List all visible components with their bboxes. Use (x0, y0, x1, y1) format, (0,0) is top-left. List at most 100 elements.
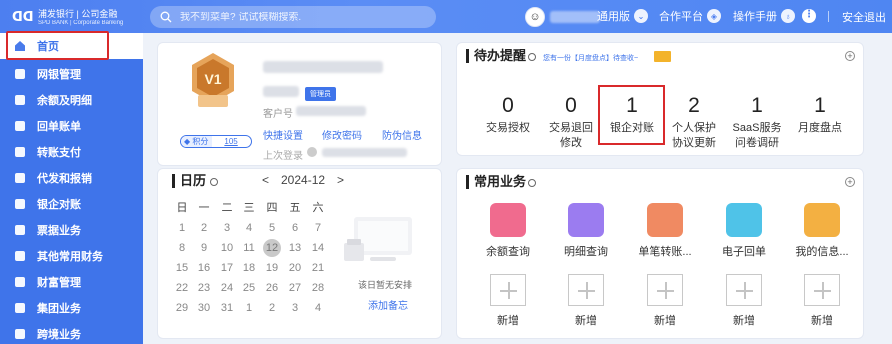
transfer-icon (647, 203, 683, 237)
sidebar-item-crossborder[interactable]: 跨境业务 (0, 321, 143, 344)
calendar-day[interactable]: 7 (307, 219, 329, 237)
calendar-day[interactable]: 21 (307, 259, 329, 277)
nav-partner-platform[interactable]: 合作平台 ◈ (659, 8, 721, 24)
sidebar-item-label: 转账支付 (37, 147, 81, 159)
logo-icon: ᗡᗡ (12, 8, 34, 24)
document-icon (568, 203, 604, 237)
calendar-day[interactable]: 27 (284, 279, 306, 297)
business-tile[interactable]: 我的信息... (793, 203, 851, 259)
calendar-day[interactable]: 17 (216, 259, 238, 277)
sidebar-item-bills[interactable]: 票据业务 (0, 217, 143, 243)
payroll-icon (15, 173, 25, 183)
calendar-day[interactable]: 23 (193, 279, 215, 297)
todo-item[interactable]: 1 SaaS服务 问卷调研 (724, 94, 790, 151)
company-name-blurred (263, 61, 383, 73)
calendar-day[interactable]: 29 (171, 299, 193, 317)
sidebar-item-other-finance[interactable]: 其他常用财务 (0, 243, 143, 269)
sidebar-item-balance[interactable]: 余额及明细 (0, 87, 143, 113)
sidebar-item-transfer[interactable]: 转账支付 (0, 139, 143, 165)
add-business-label: 新增 (575, 315, 597, 327)
calendar-day[interactable]: 2 (261, 299, 283, 317)
sidebar-item-payroll[interactable]: 代发和报销 (0, 165, 143, 191)
calendar-day[interactable]: 1 (171, 219, 193, 237)
calendar-day[interactable]: 1 (238, 299, 260, 317)
nav-manual[interactable]: 操作手册 ♁ (733, 8, 795, 24)
bank-logo[interactable]: ᗡᗡ 浦发银行 | 公司金融 SPD BANK | Corporate Bank… (12, 7, 144, 27)
more-icon[interactable]: ⋮ (802, 9, 816, 23)
platform-icon: ◈ (707, 9, 721, 23)
customer-no-blurred (296, 106, 366, 116)
calendar-day[interactable]: 4 (307, 299, 329, 317)
todo-label-line2: 问卷调研 (735, 137, 779, 149)
sidebar-item-receipts[interactable]: 回单账单 (0, 113, 143, 139)
calendar-day[interactable]: 22 (171, 279, 193, 297)
calendar-day[interactable]: 26 (261, 279, 283, 297)
todo-item[interactable]: 0 交易退回 修改 (538, 94, 604, 151)
todo-notice-link[interactable]: 您有一份【月度盘点】待查收~ (543, 53, 638, 63)
envelope-icon[interactable] (654, 51, 671, 62)
points-value[interactable]: 105 (224, 137, 237, 146)
calendar-day[interactable]: 3 (284, 299, 306, 317)
sidebar-item-wealth[interactable]: 财富管理 (0, 269, 143, 295)
calendar-day[interactable]: 24 (216, 279, 238, 297)
calendar-day[interactable]: 14 (307, 239, 329, 257)
search-input[interactable] (180, 11, 420, 23)
plus-icon (647, 274, 683, 306)
add-business-tile[interactable]: 新增 (557, 274, 615, 328)
calendar-day[interactable]: 5 (261, 219, 283, 237)
calendar-day[interactable]: 2 (193, 219, 215, 237)
add-business-tile[interactable]: 新增 (636, 274, 694, 328)
business-tile[interactable]: 余额查询 (479, 203, 537, 259)
calendar-day[interactable]: 13 (284, 239, 306, 257)
calendar-day[interactable]: 25 (238, 279, 260, 297)
logo-subtitle: SPD BANK | Corporate Banking (38, 20, 124, 26)
sidebar-item-reconciliation[interactable]: 银企对账 (0, 191, 143, 217)
calendar-day[interactable]: 18 (238, 259, 260, 277)
calendar-day[interactable]: 31 (216, 299, 238, 317)
role-badge: 管理员 (305, 87, 336, 101)
calendar-day[interactable]: 4 (238, 219, 260, 237)
help-icon[interactable] (307, 147, 317, 157)
calendar-day[interactable]: 15 (171, 259, 193, 277)
calendar-day[interactable]: 3 (216, 219, 238, 237)
calendar-day[interactable]: 12 (263, 239, 281, 257)
add-circle-icon[interactable]: + (845, 51, 855, 61)
calendar-day[interactable]: 30 (193, 299, 215, 317)
business-tile[interactable]: 单笔转账... (636, 203, 694, 259)
business-tile[interactable]: 明细查询 (557, 203, 615, 259)
business-tile[interactable]: 电子回单 (715, 203, 773, 259)
search-box[interactable] (150, 6, 436, 28)
calendar-day[interactable]: 20 (284, 259, 306, 277)
calendar-day[interactable]: 11 (238, 239, 260, 257)
calendar-day[interactable]: 19 (261, 259, 283, 277)
link-quick-settings[interactable]: 快捷设置 (263, 127, 303, 142)
nav-general-version[interactable]: 通用版 ⌄ (597, 8, 648, 24)
avatar[interactable]: ☺ (525, 7, 545, 27)
balance-icon (15, 95, 25, 105)
add-memo-link[interactable]: 添加备忘 (368, 297, 408, 312)
sidebar-item-group[interactable]: 集团业务 (0, 295, 143, 321)
points-pill[interactable]: ◆ 积分 105 (180, 135, 252, 148)
sidebar-item-label: 集团业务 (37, 303, 81, 315)
sidebar-item-ebank-management[interactable]: 网银管理 (0, 61, 143, 87)
calendar-prev-button[interactable]: < (262, 173, 269, 187)
calendar-day[interactable]: 16 (193, 259, 215, 277)
logout-button[interactable]: 安全退出 (842, 9, 886, 25)
user-profile[interactable]: ☺ (525, 7, 600, 27)
add-business-tile[interactable]: 新增 (793, 274, 851, 328)
calendar-day[interactable]: 10 (216, 239, 238, 257)
todo-item[interactable]: 1 月度盘点 (787, 94, 853, 136)
todo-item[interactable]: 0 交易授权 (475, 94, 541, 136)
calendar-day[interactable]: 8 (171, 239, 193, 257)
add-business-tile[interactable]: 新增 (479, 274, 537, 328)
calendar-day[interactable]: 6 (284, 219, 306, 237)
calendar-day[interactable]: 9 (193, 239, 215, 257)
calendar-next-button[interactable]: > (337, 173, 344, 187)
calendar-day[interactable]: 28 (307, 279, 329, 297)
username-blurred (550, 11, 600, 23)
link-change-password[interactable]: 修改密码 (322, 127, 362, 142)
add-circle-icon[interactable]: + (845, 177, 855, 187)
add-business-tile[interactable]: 新增 (715, 274, 773, 328)
link-anti-fraud-info[interactable]: 防伪信息 (382, 127, 422, 142)
todo-item[interactable]: 2 个人保护 协议更新 (661, 94, 727, 151)
